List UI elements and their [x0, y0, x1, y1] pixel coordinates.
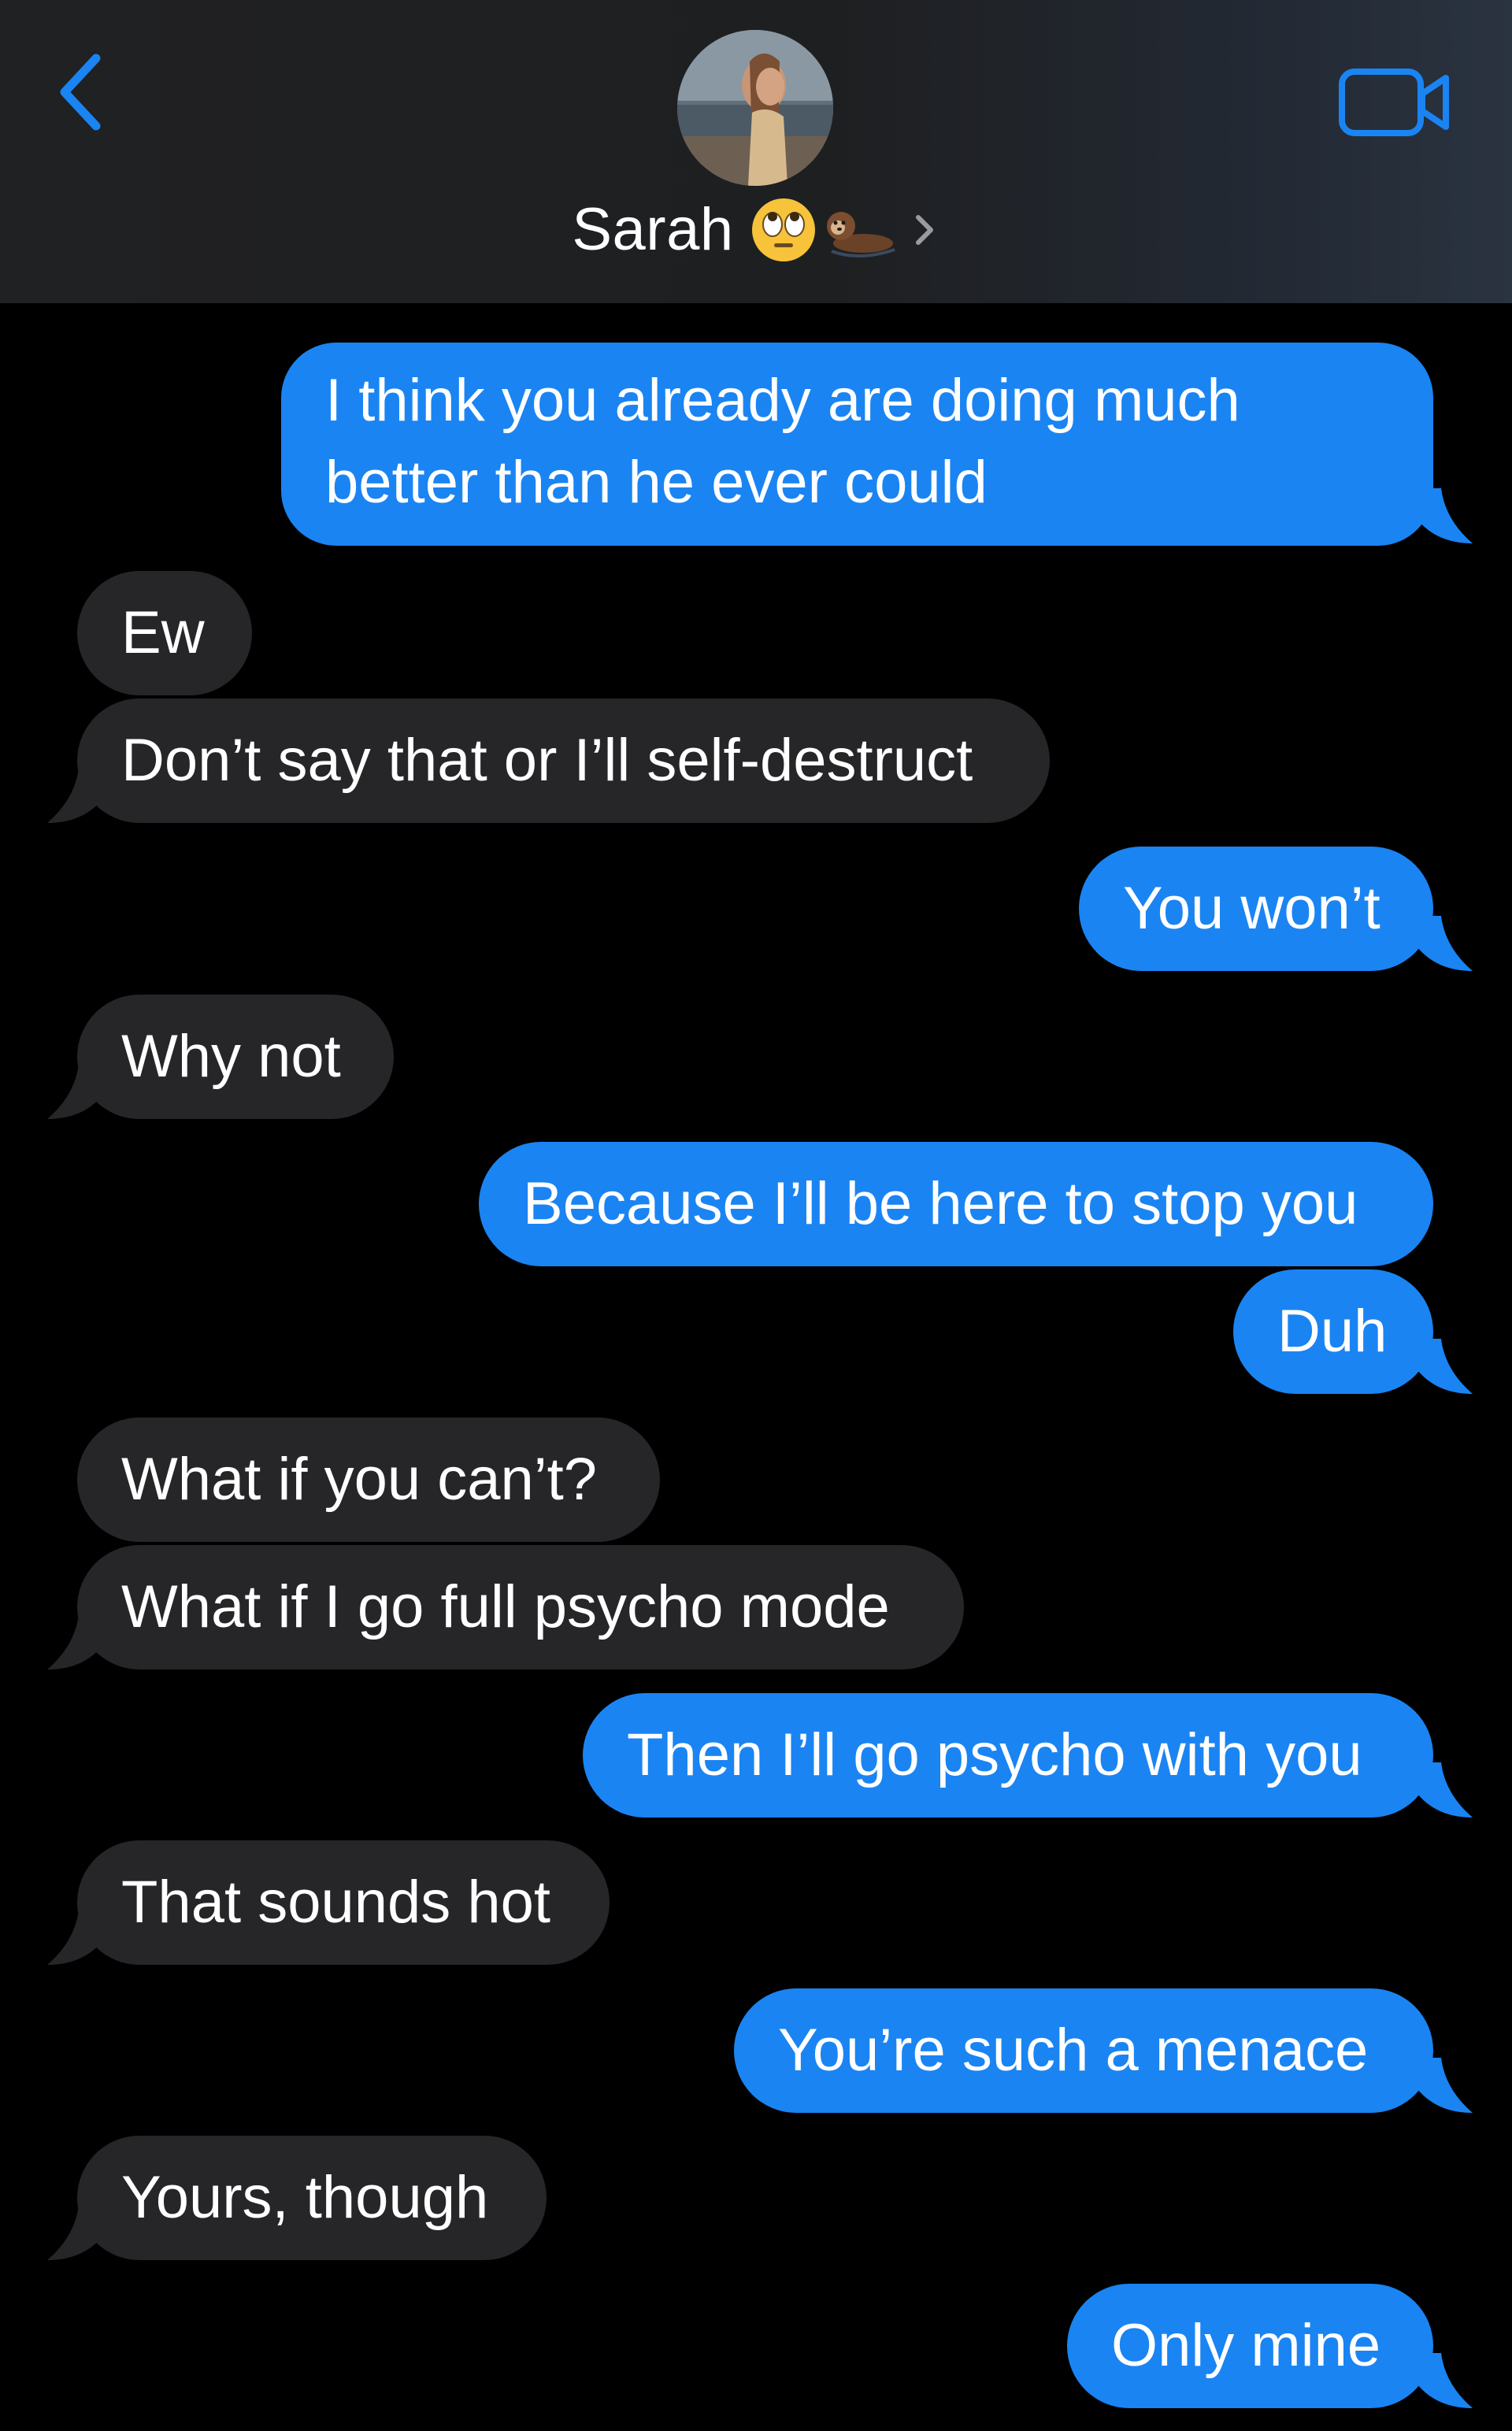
received-bubble-tail [47, 2205, 102, 2260]
contact-name: Sarah [572, 196, 734, 263]
chevron-right-icon [915, 215, 933, 245]
message-text: What if I go full psycho mode [121, 1573, 890, 1640]
message-text: What if you can’t? [121, 1446, 598, 1513]
message-text: Then I’ll go psycho with you [627, 1721, 1362, 1788]
message-text: You’re such a menace [778, 2017, 1369, 2084]
sent-message-bubble[interactable]: Only mine [1067, 2284, 1433, 2408]
sent-bubble-tail [1418, 2058, 1473, 2113]
received-bubble-tail [47, 768, 102, 823]
message-thread[interactable]: I think you already are doing much bette… [0, 303, 1512, 2431]
avatar-photo [677, 30, 833, 186]
message-text: I think you already are doing much bette… [325, 367, 1240, 516]
sent-message-bubble[interactable]: You won’t [1079, 847, 1433, 971]
sent-bubble-tail [1418, 1339, 1473, 1394]
sent-message-bubble[interactable]: I think you already are doing much bette… [281, 343, 1433, 546]
video-camera-icon [1339, 69, 1449, 136]
contact-details-button[interactable]: Sarah [0, 191, 1512, 269]
message-text: That sounds hot [121, 1869, 551, 1936]
back-button[interactable] [46, 49, 117, 135]
message-text: Don’t say that or I’ll self-destruct [121, 727, 973, 794]
received-bubble-tail [47, 1064, 102, 1119]
sent-message-bubble[interactable]: You’re such a menace [734, 1988, 1433, 2113]
received-message-bubble[interactable]: Why not [77, 995, 394, 1119]
message-text: Ew [121, 599, 205, 666]
conversation-header: Sarah [0, 0, 1512, 303]
received-message-bubble[interactable]: What if you can’t? [77, 1417, 660, 1542]
message-text: You won’t [1123, 875, 1380, 942]
chevron-left-icon [60, 54, 101, 131]
message-text: Why not [121, 1023, 341, 1090]
contact-avatar[interactable] [677, 30, 833, 186]
received-message-bubble[interactable]: Don’t say that or I’ll self-destruct [77, 699, 1050, 823]
sent-bubble-tail [1418, 916, 1473, 971]
sent-message-bubble[interactable]: Then I’ll go psycho with you [583, 1693, 1433, 1818]
message-text: Duh [1277, 1298, 1388, 1365]
sent-message-bubble[interactable]: Duh [1233, 1269, 1433, 1394]
message-text: Yours, though [121, 2164, 489, 2231]
rolling-eyes-emoji-icon [751, 198, 815, 261]
message-text: Only mine [1111, 2312, 1381, 2379]
contact-emojis [748, 195, 906, 265]
received-bubble-tail [47, 1614, 102, 1669]
facetime-video-button[interactable] [1332, 58, 1457, 145]
received-message-bubble[interactable]: That sounds hot [77, 1840, 610, 1965]
received-bubble-tail [47, 1910, 102, 1965]
received-message-bubble[interactable]: Yours, though [77, 2136, 547, 2260]
received-message-bubble[interactable]: What if I go full psycho mode [77, 1545, 964, 1669]
otter-emoji-icon [826, 212, 895, 258]
sent-message-bubble[interactable]: Because I’ll be here to stop you [479, 1142, 1433, 1266]
message-text: Because I’ll be here to stop you [523, 1170, 1358, 1237]
sent-bubble-tail [1418, 1762, 1473, 1818]
sent-bubble-tail [1418, 2353, 1473, 2408]
sent-bubble-tail [1418, 488, 1473, 543]
received-message-bubble[interactable]: Ew [77, 571, 252, 695]
